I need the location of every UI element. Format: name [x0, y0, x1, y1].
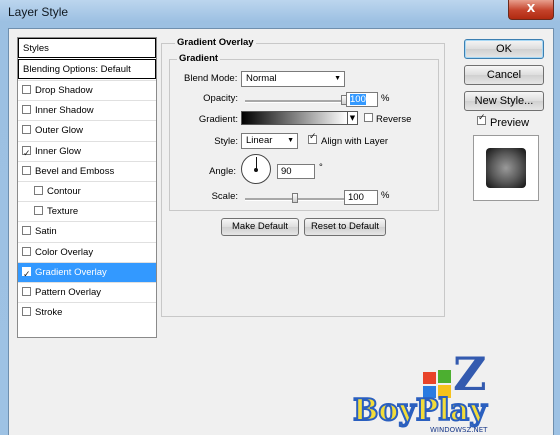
preview-checkbox[interactable]: [477, 113, 486, 125]
chevron-down-icon: ▼: [287, 137, 294, 144]
blend-mode-select[interactable]: Normal ▼: [241, 71, 345, 87]
style-item-label: Gradient Overlay: [35, 266, 107, 278]
style-item-contour[interactable]: Contour: [18, 181, 156, 201]
preview-box: [473, 135, 539, 201]
style-checkbox[interactable]: [22, 105, 31, 115]
reverse-checkbox[interactable]: [364, 113, 373, 122]
blending-options-item[interactable]: Blending Options: Default: [18, 59, 156, 79]
opacity-label: Opacity:: [203, 93, 238, 104]
style-item-label: Stroke: [35, 307, 63, 319]
style-item-label: Bevel and Emboss: [35, 165, 115, 177]
window-title: Layer Style: [8, 5, 69, 19]
dialog-window: Layer Style X Styles Blending Options: D…: [0, 0, 560, 435]
chevron-down-icon: ▼: [349, 114, 356, 122]
watermark-logo: Z BoyPlay WINDOWSZ.NET: [352, 350, 489, 434]
style-item-bevel-and-emboss[interactable]: Bevel and Emboss: [18, 160, 156, 181]
styles-list: Styles Blending Options: Default Drop Sh…: [17, 37, 157, 338]
new-style-button[interactable]: New Style...: [464, 91, 544, 111]
title-bar[interactable]: Layer Style X: [0, 0, 560, 26]
scale-slider-thumb[interactable]: [291, 193, 298, 203]
style-checkbox[interactable]: [34, 185, 43, 195]
gradient-dropdown[interactable]: ▼: [348, 111, 358, 125]
style-label: Style:: [214, 136, 238, 147]
angle-unit: °: [319, 162, 323, 173]
chevron-down-icon: ▼: [334, 75, 341, 82]
style-item-label: Drop Shadow: [35, 85, 93, 96]
reset-to-default-button[interactable]: Reset to Default: [304, 218, 386, 236]
style-item-drop-shadow[interactable]: Drop Shadow: [18, 80, 156, 100]
opacity-value: 100: [350, 94, 366, 105]
section-title: Gradient Overlay: [175, 37, 256, 48]
watermark-text: BoyPlay: [353, 393, 488, 428]
gradient-label: Gradient:: [198, 114, 238, 125]
style-item-label: Pattern Overlay: [35, 287, 101, 298]
style-item-label: Inner Glow: [35, 145, 81, 157]
align-with-layer-label: Align with Layer: [321, 136, 389, 147]
style-item-color-overlay[interactable]: Color Overlay: [18, 241, 156, 262]
scale-unit: %: [381, 190, 390, 201]
styles-header[interactable]: Styles: [18, 38, 156, 58]
angle-value: 90: [281, 166, 292, 177]
style-value: Linear: [246, 135, 273, 146]
style-item-label: Contour: [47, 186, 81, 197]
ok-button[interactable]: OK: [464, 39, 544, 59]
style-checkbox[interactable]: [22, 226, 31, 236]
preview-swatch: [486, 148, 526, 188]
style-select[interactable]: Linear ▼: [241, 133, 298, 149]
style-checkbox[interactable]: [22, 286, 31, 296]
scale-value: 100: [348, 192, 364, 203]
style-checkbox[interactable]: [22, 165, 31, 175]
reverse-label: Reverse: [376, 114, 412, 125]
angle-label: Angle:: [209, 166, 236, 177]
style-item-inner-glow[interactable]: Inner Glow: [18, 140, 156, 163]
style-item-outer-glow[interactable]: Outer Glow: [18, 120, 156, 140]
opacity-input[interactable]: 100: [346, 92, 378, 107]
group-title: Gradient: [177, 53, 221, 64]
style-item-pattern-overlay[interactable]: Pattern Overlay: [18, 282, 156, 302]
close-icon: X: [526, 2, 536, 15]
cancel-button[interactable]: Cancel: [464, 65, 544, 85]
style-checkbox[interactable]: [34, 206, 43, 216]
style-item-inner-shadow[interactable]: Inner Shadow: [18, 100, 156, 120]
blend-mode-value: Normal: [246, 73, 277, 84]
style-item-label: Texture: [47, 206, 79, 218]
style-checkbox[interactable]: [22, 84, 31, 94]
style-checkbox[interactable]: [22, 246, 31, 256]
style-checkbox[interactable]: [22, 264, 31, 284]
align-with-layer-checkbox[interactable]: [308, 132, 317, 144]
style-item-label: Inner Shadow: [35, 105, 94, 117]
preview-label: Preview: [490, 117, 530, 129]
scale-label: Scale:: [211, 191, 238, 202]
style-item-texture[interactable]: Texture: [18, 201, 156, 221]
blend-mode-label: Blend Mode:: [184, 73, 238, 84]
style-checkbox[interactable]: [22, 143, 31, 163]
style-item-gradient-overlay[interactable]: Gradient Overlay: [18, 261, 156, 284]
close-button[interactable]: X: [508, 0, 554, 20]
angle-center: [254, 168, 258, 172]
style-item-label: Satin: [35, 226, 57, 238]
watermark-sub: WINDOWSZ.NET: [430, 426, 488, 434]
opacity-unit: %: [381, 93, 390, 104]
angle-dial-icon[interactable]: [241, 154, 271, 184]
style-item-label: Color Overlay: [35, 246, 94, 258]
style-item-stroke[interactable]: Stroke: [18, 302, 156, 322]
opacity-slider-track[interactable]: [245, 100, 344, 103]
style-item-label: Outer Glow: [35, 125, 84, 137]
style-checkbox[interactable]: [22, 125, 31, 135]
style-item-satin[interactable]: Satin: [18, 221, 156, 241]
angle-input[interactable]: 90: [277, 164, 315, 179]
gradient-swatch[interactable]: [241, 111, 348, 125]
scale-input[interactable]: 100: [344, 190, 378, 205]
style-checkbox[interactable]: [22, 307, 31, 317]
make-default-button[interactable]: Make Default: [221, 218, 299, 236]
